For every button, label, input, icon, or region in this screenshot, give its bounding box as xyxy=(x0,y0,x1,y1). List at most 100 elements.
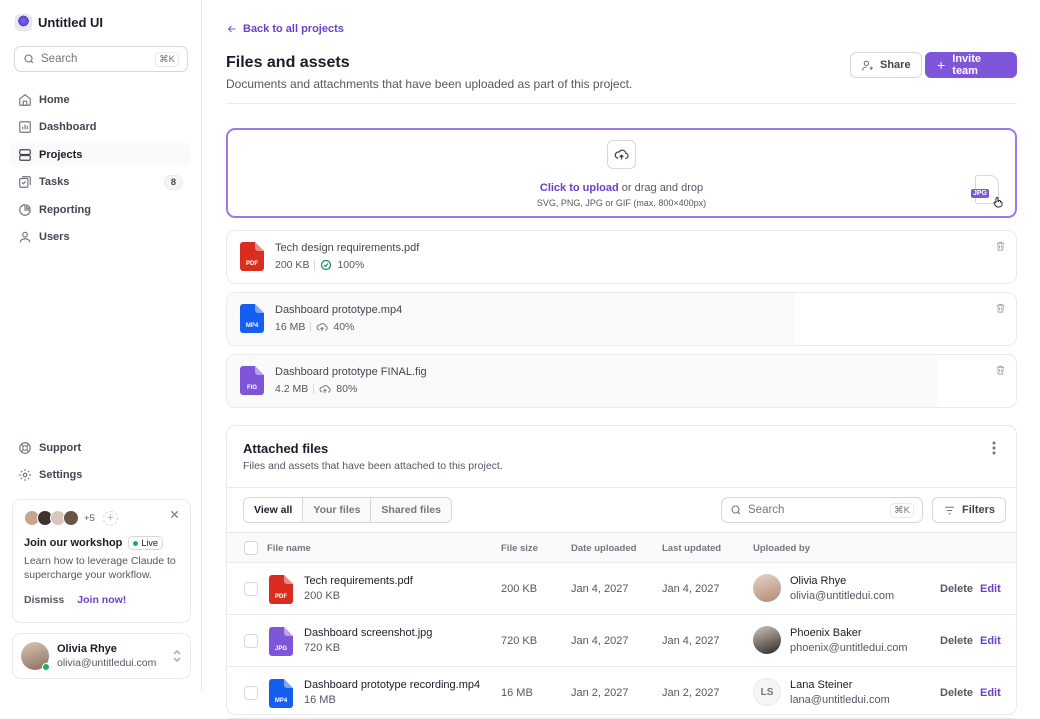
upload-file-size: 16 MB xyxy=(275,321,306,333)
upload-file-name: Tech design requirements.pdf xyxy=(275,242,420,254)
uploader-name: Lana Steiner xyxy=(790,679,853,691)
sidebar-search-input[interactable]: Search ⌘K xyxy=(14,46,188,72)
delete-button[interactable]: Delete xyxy=(940,635,973,647)
pie-chart-icon xyxy=(19,204,31,216)
back-link[interactable]: Back to all projects xyxy=(226,23,344,35)
uploader-email: lana@untitledui.com xyxy=(790,694,890,706)
row-checkbox[interactable] xyxy=(244,686,258,700)
app-name: Untitled UI xyxy=(38,15,103,30)
avatar-initials: LS xyxy=(760,686,774,698)
file-filter-tabs: View all Your files Shared files xyxy=(243,497,452,523)
upload-item: FIG Dashboard prototype FINAL.fig 4.2 MB 80… xyxy=(226,354,1017,408)
panel-divider xyxy=(227,487,1016,488)
files-search-input[interactable]: Search ⌘K xyxy=(721,497,923,523)
file-type-icon: PDF xyxy=(240,242,264,271)
uploader-email: olivia@untitledui.com xyxy=(790,590,895,602)
sidebar-item-home[interactable]: Home xyxy=(10,88,191,112)
upload-progress: 80% xyxy=(336,383,358,395)
sidebar-item-label: Settings xyxy=(39,469,83,481)
column-header[interactable]: Date uploaded xyxy=(571,543,636,554)
sidebar-item-tasks[interactable]: Tasks 8 xyxy=(10,170,191,194)
edit-button[interactable]: Edit xyxy=(980,635,1001,647)
online-status-dot xyxy=(42,663,50,671)
dismiss-button[interactable]: Dismiss xyxy=(24,594,64,606)
search-shortcut: ⌘K xyxy=(890,502,914,518)
upload-instructions: Click to upload or drag and drop xyxy=(228,182,1015,194)
sidebar-item-settings[interactable]: Settings xyxy=(10,463,191,487)
column-header[interactable]: Last updated xyxy=(662,543,721,554)
trash-icon[interactable] xyxy=(995,240,1006,252)
upload-cloud-icon xyxy=(319,385,332,393)
avatar xyxy=(21,642,50,671)
select-all-checkbox[interactable] xyxy=(244,541,258,555)
avatar xyxy=(753,574,781,602)
delete-button[interactable]: Delete xyxy=(940,583,973,595)
close-icon[interactable] xyxy=(169,509,180,520)
row-checkbox[interactable] xyxy=(244,582,258,596)
sidebar-item-users[interactable]: Users xyxy=(10,225,191,249)
upload-item: MP4 Dashboard prototype.mp4 16 MB 40% xyxy=(226,292,1017,346)
edit-button[interactable]: Edit xyxy=(980,687,1001,699)
users-icon xyxy=(19,231,31,243)
meta-divider xyxy=(310,322,312,332)
upload-file-name: Dashboard prototype FINAL.fig xyxy=(275,366,427,378)
edit-button[interactable]: Edit xyxy=(980,583,1001,595)
click-to-upload-link[interactable]: Click to upload xyxy=(540,182,619,194)
sidebar-item-reporting[interactable]: Reporting xyxy=(10,198,191,222)
tab-shared-files[interactable]: Shared files xyxy=(371,498,451,522)
upload-item: PDF Tech design requirements.pdf 200 KB 100… xyxy=(226,230,1017,284)
tab-view-all[interactable]: View all xyxy=(244,498,304,522)
sidebar-item-projects[interactable]: Projects xyxy=(10,143,191,167)
trash-icon[interactable] xyxy=(995,364,1006,376)
account-email: olivia@untitledui.com xyxy=(57,657,157,669)
header-divider xyxy=(226,103,1017,104)
filters-button[interactable]: Filters xyxy=(932,497,1007,523)
attached-files-panel: Attached files Files and assets that hav… xyxy=(226,425,1017,719)
file-type-label: PDF xyxy=(275,594,287,600)
invite-team-button[interactable]: Invite team xyxy=(925,52,1017,78)
upload-meta: 16 MB 40% xyxy=(275,321,354,333)
table-row[interactable]: PDF Tech requirements.pdf 200 KB 200 KB Jan … xyxy=(227,563,1016,615)
logo-icon xyxy=(15,14,32,31)
date-uploaded: Jan 4, 2027 xyxy=(571,583,629,595)
column-header[interactable]: File name xyxy=(267,543,311,554)
account-switcher[interactable]: Olivia Rhye olivia@untitledui.com xyxy=(12,633,191,679)
file-size-cell: 16 MB xyxy=(501,687,533,699)
trash-icon[interactable] xyxy=(995,302,1006,314)
tab-your-files[interactable]: Your files xyxy=(303,498,372,522)
column-header[interactable]: Uploaded by xyxy=(753,543,810,554)
plus-icon xyxy=(937,61,945,69)
account-info: Olivia Rhye olivia@untitledui.com xyxy=(57,643,156,669)
upload-progress-fill xyxy=(227,293,796,345)
sidebar-item-support[interactable]: Support xyxy=(10,436,191,460)
file-upload-dropzone[interactable]: Click to upload or drag and drop SVG, PN… xyxy=(226,128,1017,218)
back-link-label: Back to all projects xyxy=(243,23,344,35)
upload-hint: SVG, PNG, JPG or GIF (max. 800×400px) xyxy=(536,198,707,208)
app-logo[interactable]: Untitled UI xyxy=(15,14,103,31)
filter-lines-icon xyxy=(945,506,954,514)
attached-title: Attached files xyxy=(243,441,329,456)
file-type-label: JPG xyxy=(275,646,287,652)
table-row[interactable]: MP4 Dashboard prototype recording.mp4 16 M… xyxy=(227,667,1016,719)
last-updated: Jan 4, 2027 xyxy=(662,583,720,595)
upload-cloud-icon xyxy=(316,323,329,331)
add-attendee-button[interactable]: + xyxy=(102,510,118,526)
hand-cursor-icon xyxy=(993,197,1003,208)
search-placeholder: Search xyxy=(41,53,78,65)
filters-label: Filters xyxy=(962,504,996,516)
share-button[interactable]: Share xyxy=(850,52,922,78)
file-size: 200 KB xyxy=(304,590,341,602)
join-now-button[interactable]: Join now! xyxy=(77,594,126,606)
column-header[interactable]: File size xyxy=(501,543,538,554)
sidebar-item-dashboard[interactable]: Dashboard xyxy=(10,115,191,139)
row-checkbox[interactable] xyxy=(244,634,258,648)
check-circle-icon xyxy=(321,259,332,271)
date-uploaded: Jan 4, 2027 xyxy=(571,635,629,647)
tasks-icon xyxy=(19,176,31,188)
table-row[interactable]: JPG Dashboard screenshot.jpg 720 KB 720 KB J… xyxy=(227,615,1016,667)
last-updated: Jan 2, 2027 xyxy=(662,687,720,699)
home-icon xyxy=(19,94,31,106)
file-type-label: PDF xyxy=(246,261,258,267)
more-vertical-icon[interactable] xyxy=(992,441,996,455)
delete-button[interactable]: Delete xyxy=(940,687,973,699)
